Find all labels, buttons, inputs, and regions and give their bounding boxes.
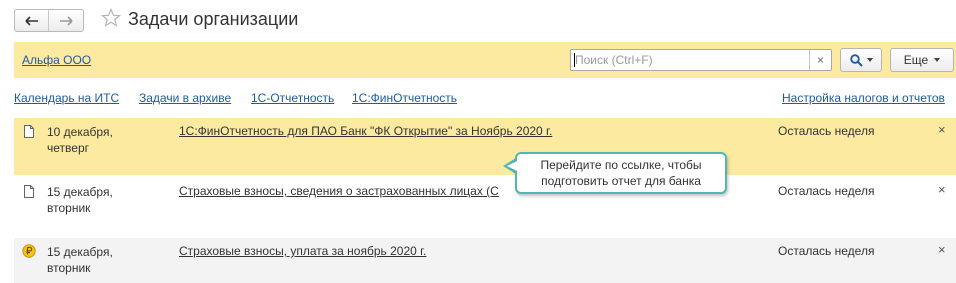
hint-tooltip: Перейдите по ссылке, чтобы подготовить о… — [515, 152, 727, 194]
task-link[interactable]: 1С:ФинОтчетность для ПАО Банк "ФК Открыт… — [179, 124, 552, 138]
task-date-day: 15 декабря, — [47, 185, 113, 199]
task-date-weekday: вторник — [47, 201, 91, 215]
archive-link[interactable]: Задачи в архиве — [139, 91, 231, 105]
task-date: 15 декабря, вторник — [47, 244, 113, 276]
more-button[interactable]: Еще — [890, 48, 954, 72]
task-row[interactable]: 10 декабря, четверг 1С:ФинОтчетность для… — [14, 118, 956, 175]
search-icon — [849, 53, 863, 67]
tooltip-arrow-fill — [507, 161, 517, 171]
arrow-left-icon — [24, 15, 38, 26]
task-status: Осталась неделя — [778, 124, 875, 138]
links-row: Календарь на ИТС Задачи в архиве 1С-Отче… — [0, 91, 956, 107]
favorite-button[interactable] — [100, 7, 122, 31]
text-caret — [574, 53, 575, 67]
close-icon[interactable]: × — [938, 242, 946, 257]
reporting-link[interactable]: 1С-Отчетность — [251, 91, 334, 105]
task-date: 10 декабря, четверг — [47, 124, 113, 156]
task-date-day: 15 декабря, — [47, 245, 113, 259]
task-row[interactable]: 15 декабря, вторник Страховые взносы, уп… — [14, 238, 956, 283]
search-clear-button[interactable]: × — [809, 50, 831, 70]
task-date-weekday: вторник — [47, 261, 91, 275]
task-link[interactable]: Страховые взносы, сведения о застрахован… — [179, 184, 499, 198]
back-button[interactable] — [15, 10, 49, 31]
document-icon — [24, 185, 34, 201]
close-icon: × — [816, 53, 824, 67]
close-icon[interactable]: × — [938, 182, 946, 197]
calendar-link[interactable]: Календарь на ИТС — [14, 91, 119, 105]
task-row[interactable]: 15 декабря, вторник Страховые взносы, св… — [14, 178, 956, 235]
task-date-weekday: четверг — [47, 141, 89, 155]
tooltip-line: подготовить отчет для банка — [541, 174, 701, 188]
search-box: × — [570, 49, 832, 71]
task-date-day: 10 декабря, — [47, 125, 113, 139]
more-label: Еще — [903, 53, 929, 67]
forward-button[interactable] — [49, 10, 83, 31]
task-status: Осталась неделя — [778, 244, 875, 258]
navigation-buttons — [14, 9, 84, 32]
search-button[interactable] — [840, 48, 882, 72]
organization-link[interactable]: Альфа ООО — [22, 53, 91, 67]
task-status: Осталась неделя — [778, 184, 875, 198]
page-title: Задачи организации — [128, 9, 299, 29]
chevron-down-icon — [866, 58, 873, 62]
fin-reporting-link[interactable]: 1С:ФинОтчетность — [352, 91, 457, 105]
star-icon — [100, 7, 122, 27]
chevron-down-icon — [934, 58, 941, 62]
tax-settings-link[interactable]: Настройка налогов и отчетов — [782, 91, 945, 105]
close-icon[interactable]: × — [938, 122, 946, 137]
arrow-right-icon — [60, 15, 73, 26]
document-icon — [24, 125, 34, 141]
search-input[interactable] — [571, 50, 809, 70]
title-bar: Задачи организации — [0, 0, 956, 40]
ruble-coin-icon — [22, 244, 36, 261]
toolbar: Альфа ООО × Еще — [14, 42, 956, 78]
task-link[interactable]: Страховые взносы, уплата за ноябрь 2020 … — [179, 244, 426, 258]
tooltip-line: Перейдите по ссылке, чтобы — [540, 158, 702, 172]
task-date: 15 декабря, вторник — [47, 184, 113, 216]
